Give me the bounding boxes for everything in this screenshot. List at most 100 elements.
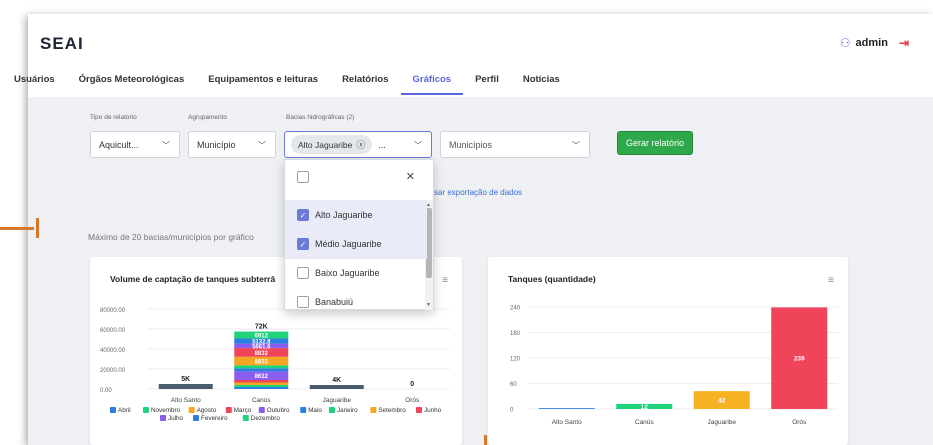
checked-checkbox-icon[interactable]: ✓ <box>297 238 309 250</box>
y-tick-label: 120 <box>510 357 521 363</box>
option-label: Médio Jaguaribe <box>315 239 382 249</box>
nav-usuarios[interactable]: Usuários <box>14 72 67 95</box>
municipios-select[interactable]: Municípios ﹀ <box>440 131 590 158</box>
bar-label: 42 <box>718 398 726 405</box>
legend-label: Maio <box>308 407 322 414</box>
main-content: Tipo de relatório Aquicult... ﹀ Agrupame… <box>28 97 933 445</box>
bacias-dropdown: ✕ ▲ ▼ ✓ Alto Jaguaribe ✓ Médio Jaguaribe Bai… <box>284 159 434 310</box>
x-tick-label: Jaguaribe <box>322 397 351 404</box>
logout-icon[interactable]: ⇥ <box>899 36 909 50</box>
legend-swatch <box>225 407 232 413</box>
nav-relatorios[interactable]: Relatórios <box>330 72 400 95</box>
y-tick-label: 80000.00 <box>100 308 126 314</box>
legend-label: Fevereiro <box>201 415 228 422</box>
x-tick-label: Orós <box>405 397 420 404</box>
x-tick-label: Canús <box>635 419 655 426</box>
username: admin <box>855 37 888 49</box>
user-icon: ⚇ <box>839 36 851 50</box>
tanques-chart: 240 180 120 60 0 Alto Santo 12 Canús 42 Jaguaribe… <box>510 306 838 426</box>
app-logo: SEAI <box>40 34 84 53</box>
annotation-mark <box>484 435 487 445</box>
main-nav: Usuários Órgãos Meteorológicas Equipamen… <box>14 72 572 95</box>
generate-report-button[interactable]: Gerar relatório <box>617 131 694 155</box>
legend-swatch <box>258 407 265 413</box>
nav-equipamentos[interactable]: Equipamentos e leituras <box>196 72 330 95</box>
dropdown-option[interactable]: Baixo Jaguaribe <box>285 258 427 288</box>
bar-segment <box>234 382 289 385</box>
legend-label: Dezembro <box>251 415 281 422</box>
y-tick-label: 60 <box>510 382 517 388</box>
legend-label: Março <box>234 407 252 414</box>
checkbox[interactable] <box>297 296 309 308</box>
legend-swatch <box>370 407 377 413</box>
export-link[interactable]: ssar exportação de dados <box>430 188 522 197</box>
segment-label: 8632 <box>255 374 269 380</box>
legend-swatch <box>416 407 422 413</box>
option-label: Baixo Jaguaribe <box>315 268 380 278</box>
legend-label: Julho <box>168 415 184 422</box>
agrupamento-select[interactable]: Município ﹀ <box>188 131 276 158</box>
chevron-down-icon: ﹀ <box>414 141 422 150</box>
chevron-down-icon: ﹀ <box>572 141 580 150</box>
bar-segment <box>234 385 289 387</box>
tipo-select[interactable]: Aquicult... ﹀ <box>90 131 180 158</box>
legend-swatch <box>110 407 116 413</box>
agrup-value: Município <box>197 139 236 150</box>
nav-graficos[interactable]: Gráficos <box>400 72 464 95</box>
legend-swatch <box>160 415 166 421</box>
bar-segment <box>234 368 289 372</box>
x-tick-label: Canús <box>252 397 272 404</box>
checked-checkbox-icon[interactable]: ✓ <box>297 209 309 221</box>
y-tick-label: 40000.00 <box>100 348 126 354</box>
legend-label: Agosto <box>197 407 217 414</box>
dropdown-option[interactable]: Banabuiú <box>285 287 427 317</box>
bar-segment <box>158 384 213 389</box>
bacias-select[interactable]: Alto Jaguaribe ⓧ ... ﹀ <box>284 131 432 158</box>
legend-swatch <box>300 407 307 413</box>
legend-label: Abril <box>118 407 131 414</box>
dropdown-option[interactable]: ✓ Médio Jaguaribe <box>285 229 427 259</box>
legend-label: Janeiro <box>337 407 358 414</box>
legend-swatch <box>242 415 249 421</box>
y-tick-label: 0.00 <box>100 388 112 394</box>
close-icon[interactable]: ✕ <box>406 170 415 183</box>
legend-swatch <box>329 407 335 413</box>
agrup-label: Agrupamento <box>188 114 228 121</box>
total-label: 0 <box>410 381 414 388</box>
legend-label: Junho <box>424 407 442 414</box>
segment-label: 8832 <box>255 360 269 366</box>
nav-noticias[interactable]: Notícias <box>511 72 572 95</box>
legend-swatch <box>143 407 149 413</box>
x-tick-label: Orós <box>792 419 807 426</box>
legend-swatch <box>193 415 199 421</box>
option-label: Banabuiú <box>315 297 354 307</box>
dropdown-option[interactable]: ✓ Alto Jaguaribe <box>285 200 427 230</box>
annotation-mark <box>0 227 34 230</box>
annotation-mark <box>36 218 39 238</box>
legend-swatch <box>188 407 195 413</box>
option-label: Alto Jaguaribe <box>315 210 373 220</box>
segment-label: 5132.8 <box>252 340 271 346</box>
chip-label: Alto Jaguaribe <box>298 139 353 150</box>
bacia-chip: Alto Jaguaribe ⓧ <box>291 135 373 154</box>
bar-segment <box>234 380 289 383</box>
checkbox[interactable] <box>297 267 309 279</box>
y-tick-label: 60000.00 <box>100 328 126 334</box>
chevron-down-icon: ﹀ <box>258 141 266 150</box>
segment-label: 8832 <box>255 351 269 357</box>
select-all-checkbox[interactable] <box>297 171 309 183</box>
filters-panel: Tipo de relatório Aquicult... ﹀ Agrupame… <box>90 112 876 212</box>
user-menu[interactable]: ⚇ admin ⇥ <box>840 36 909 50</box>
bar-label: 12 <box>641 404 649 411</box>
total-label: 72K <box>255 324 268 331</box>
nav-orgaos[interactable]: Órgãos Meteorológicas <box>67 72 197 95</box>
nav-perfil[interactable]: Perfil <box>463 72 511 95</box>
bar-segment <box>234 387 289 389</box>
legend-label: Outubro <box>267 407 290 414</box>
bar <box>538 408 595 409</box>
bar-segment <box>309 385 364 389</box>
chip-remove-icon[interactable]: ⓧ <box>356 138 365 151</box>
x-tick-label: Alto Santo <box>552 419 582 426</box>
x-tick-label: Alto Santo <box>171 397 201 404</box>
y-tick-label: 180 <box>510 331 521 337</box>
